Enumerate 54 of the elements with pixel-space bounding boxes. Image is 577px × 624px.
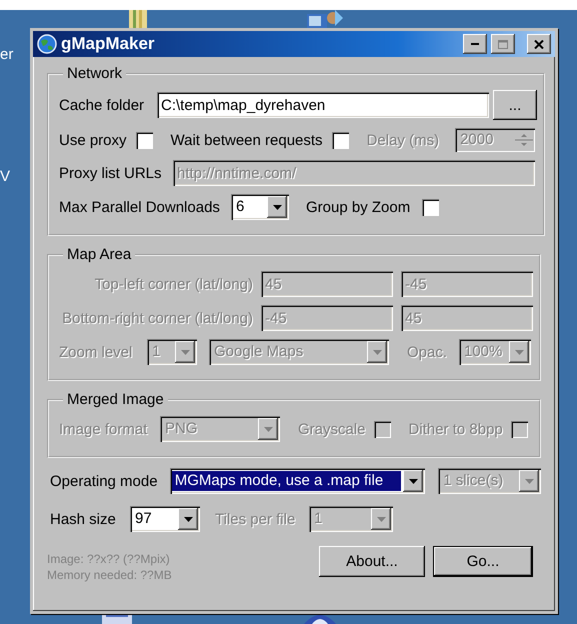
group-title: Network xyxy=(66,65,124,82)
field-label: Opac. xyxy=(407,344,448,360)
field-label: Wait between requests xyxy=(170,132,323,148)
folder-icon xyxy=(127,8,149,28)
field-label: Image format xyxy=(59,420,148,438)
field-label: Hash size xyxy=(50,510,117,528)
dropdown-arrow-icon xyxy=(514,350,524,354)
dropdown-arrow-icon xyxy=(272,204,282,210)
checkbox[interactable] xyxy=(136,132,153,148)
dropdown-arrow-icon xyxy=(180,350,190,354)
dropdown[interactable]: 6 xyxy=(231,194,289,220)
window-title: gMapMaker xyxy=(61,34,156,54)
checkbox[interactable] xyxy=(422,198,440,216)
checkbox[interactable] xyxy=(332,132,349,148)
computer-icon xyxy=(305,8,345,28)
dropdown-arrow-icon xyxy=(372,350,382,354)
dropdown-arrow-icon xyxy=(524,478,534,484)
dialog-button[interactable]: About... xyxy=(319,546,425,577)
browse-button[interactable]: ... xyxy=(493,90,537,120)
field-label: Group by Zoom xyxy=(306,198,410,216)
field-label: Tiles per file xyxy=(215,510,296,528)
field-label: Proxy list URLs xyxy=(59,164,163,182)
minimize-icon xyxy=(471,43,479,45)
dropdown[interactable]: 97 xyxy=(130,506,200,532)
dropdown[interactable]: MGMaps mode, use a .map file xyxy=(170,468,426,494)
field-label: Top-left corner (lat/long) xyxy=(94,276,254,292)
field-label: Delay (ms) xyxy=(366,132,440,148)
desktop-icon-label: er xyxy=(0,46,14,63)
spin-arrows-icon xyxy=(515,131,534,149)
field-label: Operating mode xyxy=(50,472,159,490)
field-label: Cache folder xyxy=(59,96,146,114)
desktop-icon-label: V xyxy=(0,168,10,185)
dropdown-arrow-icon xyxy=(408,478,418,484)
field-label: Dither to 8bpp xyxy=(408,420,503,438)
close-icon xyxy=(534,40,544,48)
dropdown-arrow-icon xyxy=(184,516,192,522)
dropdown-arrow-icon xyxy=(376,516,386,522)
input-field[interactable]: C:\temp\map_dyrehaven xyxy=(157,92,489,118)
maximize-button[interactable] xyxy=(491,34,515,54)
close-button[interactable] xyxy=(527,34,551,54)
field-label: Use proxy xyxy=(59,132,127,148)
maximize-icon xyxy=(498,40,508,48)
field-label: Zoom level xyxy=(59,344,134,360)
dialog-button[interactable]: Go... xyxy=(433,546,533,577)
dropdown-arrow-icon xyxy=(264,426,272,432)
group-title: Merged Image xyxy=(66,391,165,408)
status-text: Image: ??x?? (??Mpix) xyxy=(47,552,171,566)
field-label: Grayscale xyxy=(298,420,366,438)
globe-icon xyxy=(37,34,57,54)
status-text: Memory needed: ??MB xyxy=(47,568,173,582)
group-title: Map Area xyxy=(66,246,132,263)
minimize-button[interactable] xyxy=(463,34,487,54)
field-label: Bottom-right corner (lat/long) xyxy=(61,310,254,326)
field-label: Max Parallel Downloads xyxy=(59,198,221,216)
